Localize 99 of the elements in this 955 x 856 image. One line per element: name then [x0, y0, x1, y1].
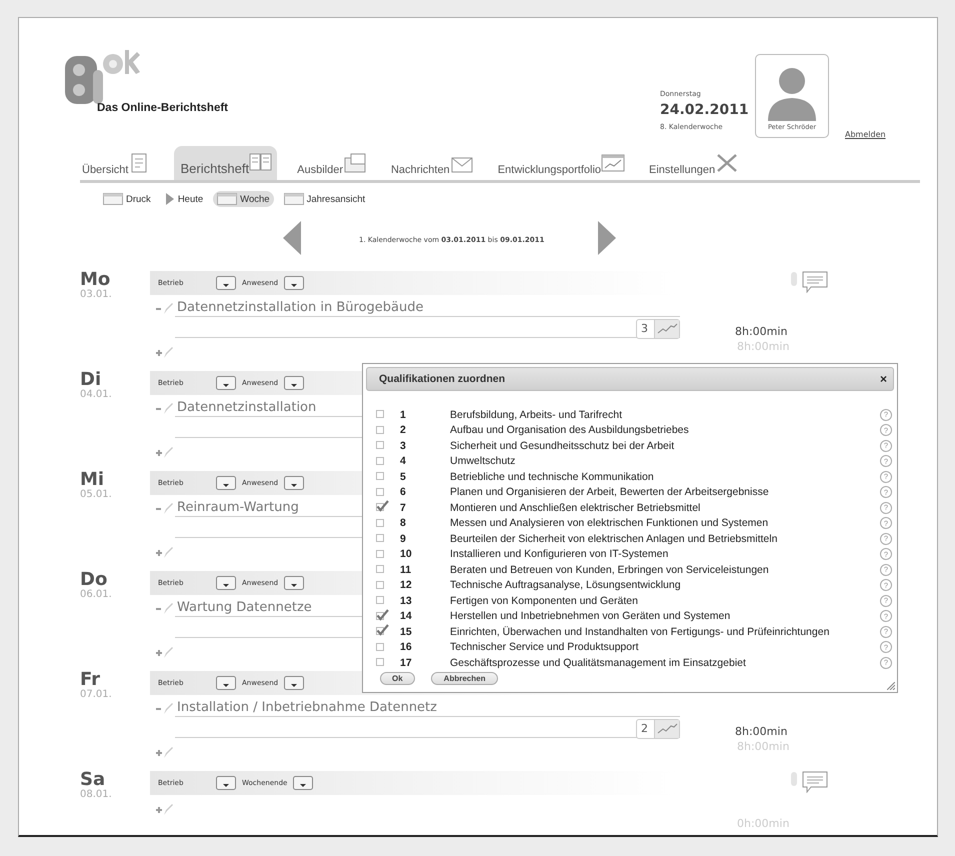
toolbar-button[interactable]: Druck	[99, 191, 155, 207]
toolbar-button[interactable]: Heute	[160, 191, 208, 207]
qualification-number: 8	[400, 517, 407, 530]
qualification-name: Betriebliche und technische Kommunikation	[450, 470, 655, 483]
hours-worked: 8h:00min	[735, 725, 788, 738]
qualification-count[interactable]: 2	[636, 719, 680, 739]
qualification-number: 12	[400, 579, 413, 592]
qualification-name: Sicherheit und Gesundheitsschutz bei der Arbeit	[450, 440, 676, 452]
checkbox[interactable]	[376, 500, 389, 512]
day-date: 03.01.	[80, 289, 113, 300]
day-date: 08.01.	[80, 789, 113, 800]
hours-worked: 8h:00min	[735, 325, 788, 338]
entry-text: Installation / Inbetriebnahme Datennetz	[175, 700, 680, 717]
qualification-name: Einrichten, Überwachen und Instandhalten von Fertigungs- und Prüfeinrichtungen	[450, 626, 830, 638]
app-title: Das Online-Berichtsheft	[97, 102, 229, 114]
qualification-number: 7	[400, 502, 407, 514]
weekday-name: Do	[80, 571, 108, 589]
triangle-icon	[164, 193, 175, 205]
qualification-name: Technische Auftragsanalyse, Lösungsentwicklung	[450, 579, 682, 592]
qualification-number: 5	[400, 470, 407, 483]
dropdown-button[interactable]	[284, 276, 304, 290]
dialog-button[interactable]: Abbrechen	[430, 672, 498, 684]
qualification-number: 17	[400, 656, 413, 669]
close-button[interactable]: ×	[880, 372, 887, 386]
remove-pencil-icon[interactable]	[155, 701, 173, 715]
dropdown-button[interactable]	[216, 576, 236, 590]
add-pencil-icon[interactable]	[155, 802, 173, 816]
nav-tab[interactable]: Nachrichten	[388, 152, 478, 180]
dropdown-button[interactable]	[216, 376, 236, 390]
weekday-name: Di	[80, 371, 102, 389]
calendar-icon	[217, 193, 238, 205]
qualification-name: Geschäftsprozesse und Qualitätsmanagement im Einsatzgebiet	[450, 656, 747, 669]
comment-icon[interactable]	[802, 271, 828, 293]
remove-pencil-icon[interactable]	[155, 301, 173, 315]
qualification-name: Aufbau und Organisation des Ausbildungsbetriebes	[450, 424, 690, 436]
qualification-number: 15	[400, 626, 413, 638]
current-date: 24.02.2011	[660, 102, 750, 118]
qualification-number: 4	[400, 455, 407, 468]
day-date: 06.01.	[80, 589, 113, 600]
calendar-icon	[284, 193, 304, 205]
nav-tab[interactable]: Übersicht	[80, 152, 156, 180]
entry-text: Datennetzinstallation in Bürogebäude	[175, 300, 680, 317]
toolbar-button[interactable]: Woche	[213, 191, 274, 207]
nav-tab[interactable]: Berichtsheft	[174, 146, 278, 180]
qualification-number: 6	[400, 486, 407, 498]
qualification-number: 16	[400, 641, 413, 654]
add-pencil-icon[interactable]	[155, 345, 173, 359]
day-date: 05.01.	[80, 489, 113, 500]
qualification-name: Technischer Service und Produktsupport	[450, 641, 640, 654]
weekday-name: Fr	[80, 671, 100, 689]
add-pencil-icon[interactable]	[155, 445, 173, 459]
dropdown-button[interactable]	[284, 376, 304, 390]
previous-arrow-icon[interactable]	[283, 221, 301, 255]
qualification-name: Umweltschutz	[450, 455, 516, 468]
weekday-name: Mi	[80, 471, 104, 489]
weekday-name: Sa	[80, 771, 106, 789]
dropdown-button[interactable]	[284, 576, 304, 590]
qualification-name: Planen und Organisieren der Arbeit, Bewerten der Arbeitsergebnisse	[450, 486, 770, 498]
day-date: 04.01.	[80, 389, 113, 400]
add-pencil-icon[interactable]	[155, 545, 173, 559]
weekday-name: Mo	[80, 271, 110, 289]
dropdown-button[interactable]	[216, 776, 236, 790]
dialog-button[interactable]: Ok	[380, 672, 415, 684]
add-pencil-icon[interactable]	[155, 645, 173, 659]
toolbar-button[interactable]: Jahresansicht	[280, 191, 370, 207]
dropdown-button[interactable]	[284, 676, 304, 690]
qualification-name: Installieren und Konfigurieren von IT-Systemen	[450, 548, 670, 560]
qualification-number: 11	[400, 564, 412, 576]
qualification-number: 3	[400, 440, 407, 452]
remove-pencil-icon[interactable]	[155, 501, 173, 515]
dropdown-button[interactable]	[284, 476, 304, 490]
qualification-name: Messen und Analysieren von elektrischen Funktionen und Systemen	[450, 517, 770, 530]
day-date: 07.01.	[80, 689, 113, 700]
qualification-name: Beraten und Betreuen von Kunden, Erbringen von Serviceleistungen	[450, 564, 770, 576]
chart-icon	[655, 720, 679, 738]
nav-tab[interactable]: Einstellungen	[647, 152, 744, 180]
remove-pencil-icon[interactable]	[155, 401, 173, 415]
resize-grip-icon[interactable]	[887, 682, 895, 690]
remove-pencil-icon[interactable]	[155, 601, 173, 615]
next-arrow-icon[interactable]	[598, 221, 616, 255]
qualification-count[interactable]: 3	[636, 319, 680, 339]
dropdown-button[interactable]	[216, 276, 236, 290]
dropdown-button[interactable]	[216, 676, 236, 690]
dropdown-button[interactable]	[293, 776, 314, 790]
checkbox[interactable]	[376, 624, 389, 636]
chart-icon	[655, 320, 679, 338]
dropdown-button[interactable]	[216, 476, 236, 490]
nav-tab[interactable]: Ausbilder	[295, 152, 371, 180]
chart-icon	[601, 152, 626, 174]
add-pencil-icon[interactable]	[155, 745, 173, 759]
dialog-titlebar: Qualifikationen zuordnen ×	[366, 367, 894, 391]
checkbox[interactable]	[376, 608, 389, 621]
nav-tab[interactable]: Entwicklungsportfolio	[496, 152, 630, 180]
comment-icon[interactable]	[802, 771, 828, 793]
qualification-name: Beurteilen der Sicherheit von elektrischen Anlagen und Betriebsmitteln	[450, 532, 778, 545]
qualification-number: 9	[400, 532, 407, 545]
qualification-number: 2	[400, 424, 407, 436]
logout-link[interactable]: Abmelden	[845, 130, 886, 139]
qualification-number: 10	[400, 548, 413, 560]
